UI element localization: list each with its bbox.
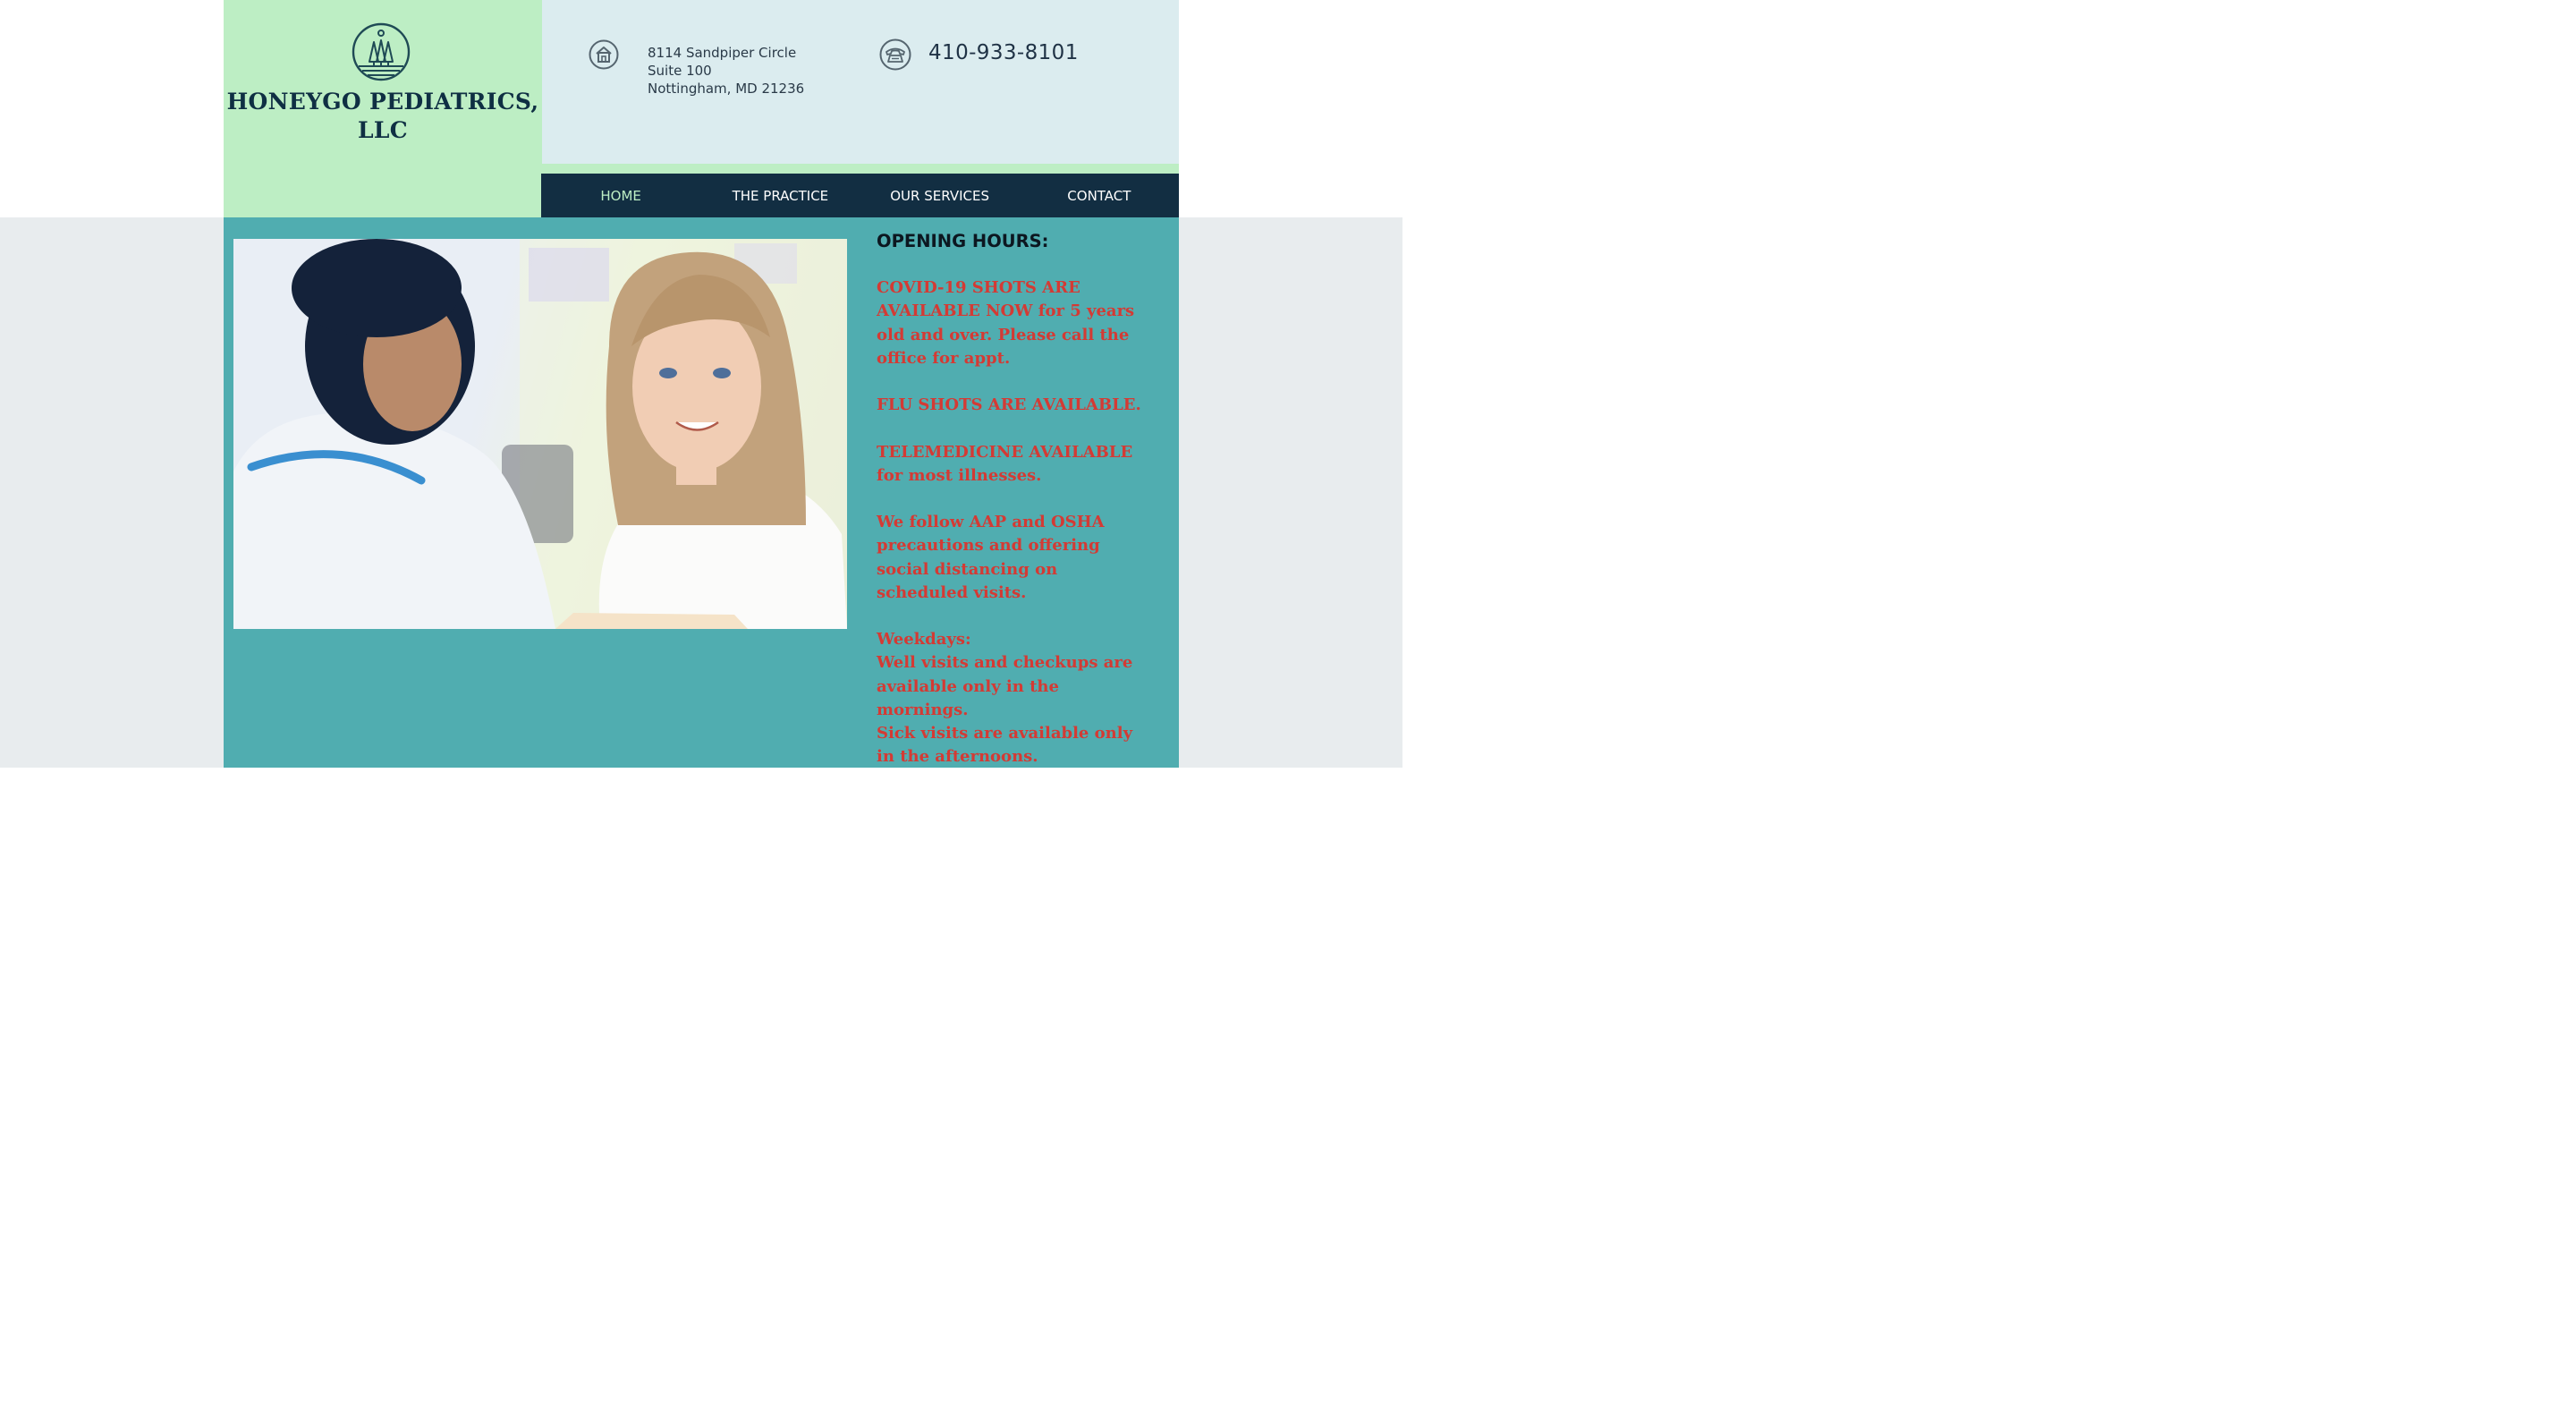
hero-illustration: [233, 239, 847, 629]
nav-item-contact[interactable]: CONTACT: [1020, 174, 1179, 217]
telemedicine-notice-line: for most illnesses.: [877, 465, 1042, 485]
nav-item-our-services[interactable]: OUR SERVICES: [860, 174, 1020, 217]
opening-hours-notices: COVID-19 SHOTS ARE AVAILABLE NOW for 5 y…: [877, 276, 1163, 769]
logo-panel: HONEYGO PEDIATRICS, LLC: [224, 0, 542, 217]
covid-notice-line: COVID-19 SHOTS ARE: [877, 278, 1080, 298]
three-trees-circle-icon[interactable]: [352, 22, 411, 81]
site-container: HONEYGO PEDIATRICS, LLC 8114 Sandpiper C…: [224, 0, 1179, 768]
opening-hours-title: OPENING HOURS:: [877, 231, 1049, 251]
telemedicine-notice-line: TELEMEDICINE AVAILABLE: [877, 442, 1133, 462]
precautions-notice-line: We follow AAP and OSHA: [877, 513, 1105, 532]
covid-notice-line: office for appt.: [877, 348, 1011, 368]
sick-visits-line: in the afternoons.: [877, 747, 1038, 767]
contact-info-panel: 8114 Sandpiper Circle Suite 100 Nottingh…: [542, 0, 1179, 164]
phone-number[interactable]: 410-933-8101: [928, 41, 1079, 64]
covid-notice-line: AVAILABLE NOW for 5 years: [877, 302, 1135, 321]
site-title-line2: LLC: [358, 117, 408, 143]
telephone-icon: [879, 38, 911, 71]
weekdays-heading: Weekdays:: [877, 630, 971, 650]
nav-item-home[interactable]: HOME: [541, 174, 700, 217]
precautions-notice-line: social distancing on: [877, 559, 1058, 579]
flu-notice: FLU SHOTS ARE AVAILABLE.: [877, 395, 1141, 415]
hero-photo-doctor-and-child: [233, 239, 847, 629]
address-line2: Suite 100: [648, 63, 712, 79]
well-visits-line: mornings.: [877, 700, 969, 719]
address-block: 8114 Sandpiper Circle Suite 100 Nottingh…: [648, 44, 804, 98]
sick-visits-line: Sick visits are available only: [877, 723, 1133, 743]
header-accent-strip: [542, 164, 1179, 174]
opening-hours-panel: OPENING HOURS: COVID-19 SHOTS ARE AVAILA…: [877, 230, 1163, 769]
site-title-line1: HONEYGO PEDIATRICS,: [226, 89, 539, 115]
address-line1: 8114 Sandpiper Circle: [648, 45, 797, 61]
well-visits-line: Well visits and checkups are: [877, 653, 1133, 673]
house-icon: [589, 39, 619, 70]
well-visits-line: available only in the: [877, 676, 1059, 696]
address-line3: Nottingham, MD 21236: [648, 81, 805, 97]
nav-item-the-practice[interactable]: THE PRACTICE: [700, 174, 860, 217]
covid-notice-line: old and over. Please call the: [877, 325, 1130, 344]
precautions-notice-line: scheduled visits.: [877, 582, 1027, 602]
precautions-notice-line: precautions and offering: [877, 536, 1100, 556]
content-section: OPENING HOURS: COVID-19 SHOTS ARE AVAILA…: [224, 217, 1179, 768]
site-title[interactable]: HONEYGO PEDIATRICS, LLC: [224, 88, 542, 145]
main-navigation: HOME THE PRACTICE OUR SERVICES CONTACT: [541, 174, 1179, 217]
